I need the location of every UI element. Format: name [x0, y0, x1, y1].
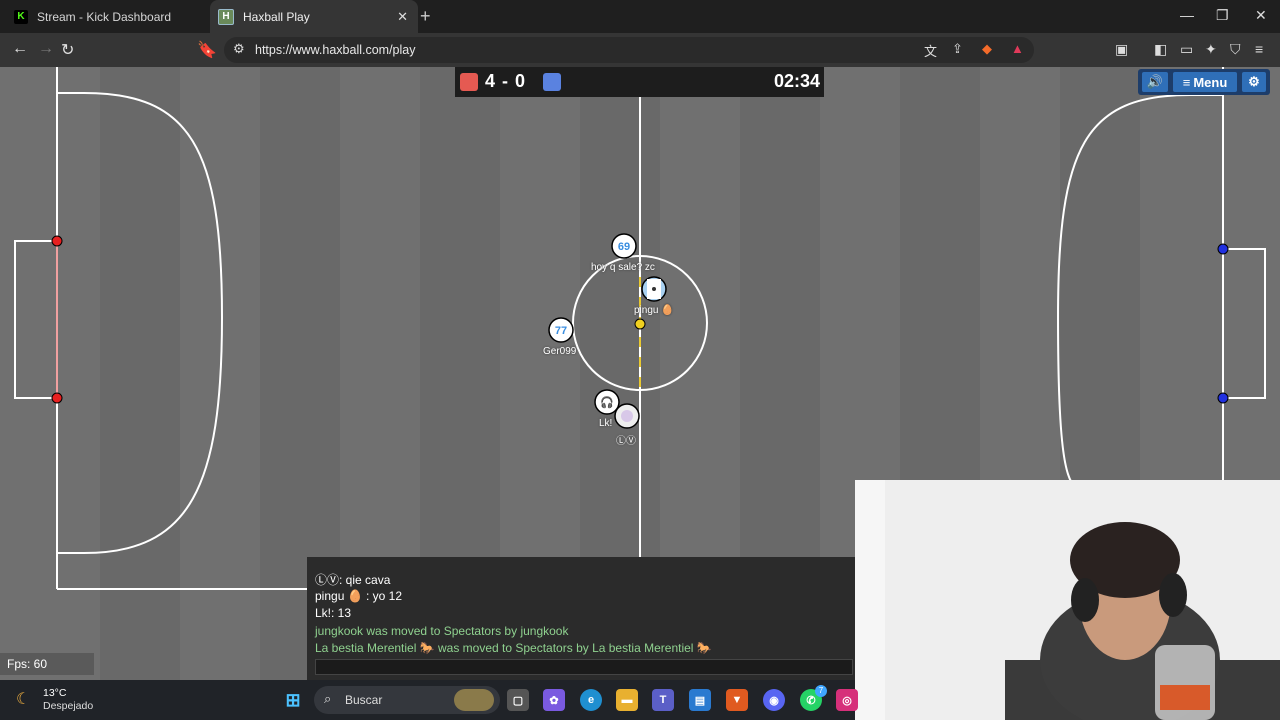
- svg-text:🎧: 🎧: [600, 396, 614, 409]
- taskbar-search[interactable]: ⌕ Buscar: [314, 686, 500, 714]
- address-bar[interactable]: ⚙ https://www.haxball.com/play 文 ⇪ ◆ ▲: [224, 37, 1034, 63]
- right-post-top: [1217, 243, 1229, 255]
- new-tab-button[interactable]: +: [420, 6, 431, 27]
- url-text: https://www.haxball.com/play: [255, 43, 416, 57]
- site-info-icon[interactable]: ⚙: [233, 41, 245, 57]
- chat-input[interactable]: [315, 659, 853, 675]
- forward-icon[interactable]: →: [38, 40, 54, 58]
- minimize-icon[interactable]: —: [1180, 7, 1194, 23]
- whatsapp-badge: 7: [815, 685, 827, 697]
- chat-message: pingu 🥚 : yo 12: [315, 589, 402, 603]
- hamburger-icon: ≡: [1182, 74, 1191, 90]
- wallet-icon[interactable]: ▭: [1180, 41, 1193, 58]
- discord-icon[interactable]: ◉: [763, 689, 785, 711]
- fps-counter: Fps: 60: [0, 653, 94, 675]
- scoreboard: 4 - 0 02:34: [455, 67, 824, 97]
- copilot-icon[interactable]: ✿: [543, 689, 565, 711]
- maximize-icon[interactable]: ❐: [1216, 7, 1229, 24]
- left-post-bottom: [51, 392, 63, 404]
- gear-icon: ⚙: [1248, 74, 1260, 89]
- tab-title: Stream - Kick Dashboard: [37, 9, 172, 24]
- vpn-icon[interactable]: ⛉: [1230, 41, 1241, 58]
- teams-icon[interactable]: T: [652, 689, 674, 711]
- player-name-lv: ⓁⓋ: [616, 436, 636, 447]
- weather-moon-icon: ☾: [16, 691, 31, 708]
- chat-system-message: La bestia Merentiel 🐎 was moved to Spect…: [315, 641, 712, 655]
- chat-message: Lk!: 13: [315, 606, 352, 620]
- tab-title: Haxball Play: [243, 9, 310, 24]
- brave-shields-icon[interactable]: ◆: [982, 41, 992, 57]
- brave-rewards-icon[interactable]: ▲: [1011, 41, 1024, 56]
- sidebar-icon[interactable]: ◧: [1154, 41, 1167, 58]
- player-name-pingu: pingu 🥚: [634, 305, 674, 316]
- close-window-icon[interactable]: ✕: [1255, 7, 1267, 24]
- right-goal: [1223, 248, 1266, 399]
- translate-icon[interactable]: 文: [924, 41, 937, 60]
- chat-panel: ⓁⓋ: qie cava pingu 🥚 : yo 12 Lk!: 13 jun…: [307, 557, 855, 680]
- task-view-icon[interactable]: ▢: [507, 689, 529, 711]
- blue-team-indicator: [543, 73, 561, 91]
- windows-icon: ⊞: [285, 689, 301, 710]
- red-team-indicator: [460, 73, 478, 91]
- ball: [634, 318, 646, 330]
- left-post-top: [51, 235, 63, 247]
- player-number-69: 69: [618, 241, 630, 253]
- close-tab-icon[interactable]: ✕: [397, 9, 408, 25]
- search-icon: ⌕: [324, 691, 332, 706]
- kick-icon: K: [14, 9, 28, 24]
- right-post-bottom: [1217, 392, 1229, 404]
- back-icon[interactable]: ←: [12, 40, 28, 58]
- tab-kick-dashboard[interactable]: K Stream - Kick Dashboard: [8, 0, 210, 33]
- haxball-icon: H: [218, 8, 234, 25]
- player-number-77: 77: [555, 325, 567, 337]
- instagram-icon[interactable]: ◎: [836, 689, 858, 711]
- file-explorer-icon[interactable]: ▬: [616, 689, 638, 711]
- browser-tab-bar: K Stream - Kick Dashboard H Haxball Play…: [0, 0, 1280, 33]
- streamer-webcam-image: [855, 480, 1280, 720]
- search-placeholder: Buscar: [345, 693, 383, 707]
- score: 4 - 0: [485, 71, 527, 91]
- start-button[interactable]: ⊞: [282, 689, 304, 711]
- chat-message: ⓁⓋ: qie cava: [315, 573, 391, 587]
- player-name-ger099: Ger099: [543, 346, 577, 357]
- weather-description: Despejado: [43, 700, 94, 712]
- webcam-overlay: [855, 480, 1280, 720]
- leo-ai-icon[interactable]: ✦: [1205, 41, 1217, 58]
- reload-icon[interactable]: ↻: [61, 40, 74, 60]
- speaker-icon: 🔊: [1146, 74, 1164, 89]
- player-chat-bubble: hoy q sale? zc: [591, 262, 655, 273]
- share-icon[interactable]: ⇪: [952, 41, 963, 57]
- weather-temperature: 13°C: [43, 687, 67, 699]
- menu-label: Menu: [1193, 74, 1228, 90]
- settings-button[interactable]: ⚙: [1242, 72, 1266, 92]
- bookmark-icon[interactable]: 🔖: [197, 40, 217, 60]
- match-timer: 02:34: [773, 71, 820, 91]
- windows-taskbar: ☾ 13°C Despejado ⊞ ⌕ Buscar ▢ ✿ e ▬ T ▤ …: [0, 680, 858, 720]
- chat-system-message: jungkook was moved to Spectators by jung…: [315, 624, 569, 638]
- main-menu-icon[interactable]: ≡: [1255, 41, 1263, 57]
- brave-icon[interactable]: ▼: [726, 689, 748, 711]
- edge-icon[interactable]: e: [580, 689, 602, 711]
- sound-toggle-button[interactable]: 🔊: [1142, 72, 1168, 92]
- tab-search-icon[interactable]: ▣: [1115, 41, 1128, 58]
- left-goal: [14, 240, 57, 399]
- tab-haxball-play[interactable]: H Haxball Play ✕: [210, 0, 418, 33]
- search-highlight-image: [454, 689, 494, 711]
- player-name-lk: Lk!: [599, 418, 613, 429]
- menu-button[interactable]: ≡ Menu: [1173, 72, 1237, 92]
- browser-nav-bar: ← → ↻ 🔖 ⚙ https://www.haxball.com/play 文…: [0, 33, 1280, 67]
- store-icon[interactable]: ▤: [689, 689, 711, 711]
- game-controls: 🔊 ≡ Menu ⚙: [1138, 69, 1270, 95]
